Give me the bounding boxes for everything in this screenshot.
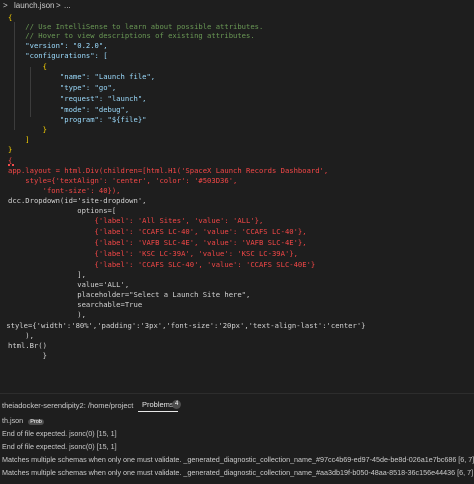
- code-line: "version": "0.2.0",: [8, 41, 108, 50]
- code-line: 'font-size': 40}),: [8, 186, 121, 195]
- problem-file-row[interactable]: th.json Prob: [2, 416, 44, 425]
- code-line: {'label': 'CCAFS SLC-40', 'value': 'CCAF…: [8, 260, 316, 269]
- code-line: searchable=True: [8, 300, 143, 309]
- code-line: {: [8, 13, 13, 22]
- breadcrumb-chevron-icon[interactable]: >: [3, 0, 8, 12]
- code-line: // Hover to view descriptions of existin…: [8, 31, 255, 40]
- code-line: }: [8, 125, 47, 134]
- code-line: ]: [8, 135, 30, 144]
- problem-file-tag: Prob: [28, 419, 44, 425]
- code-line: {'label': 'CCAFS LC-40', 'value': 'CCAFS…: [8, 227, 307, 236]
- code-line: "configurations": [: [8, 51, 108, 60]
- code-line: ),: [8, 331, 34, 340]
- problems-panel[interactable]: th.json Prob End of file expected. jsonc…: [0, 413, 474, 484]
- code-line: {: [8, 62, 47, 71]
- code-line: options=[: [8, 206, 117, 215]
- code-line: html.Br(): [8, 341, 47, 350]
- problem-item[interactable]: End of file expected. jsonc(0) [15, 1]: [2, 429, 117, 438]
- terminal-path[interactable]: theiadocker-serendipity2: /home/project: [2, 401, 133, 410]
- problem-item[interactable]: End of file expected. jsonc(0) [15, 1]: [2, 442, 117, 451]
- code-line: style={'textAlign': 'center', 'color': '…: [8, 176, 238, 185]
- code-line: }: [8, 351, 47, 360]
- code-line: ],: [8, 270, 86, 279]
- code-line: {'label': 'KSC LC-39A', 'value': 'KSC LC…: [8, 249, 298, 258]
- code-line: value='ALL',: [8, 280, 130, 289]
- breadcrumb-separator: >: [56, 1, 61, 10]
- breadcrumb-more[interactable]: ...: [64, 0, 71, 12]
- problem-item[interactable]: Matches multiple schemas when only one m…: [2, 455, 474, 464]
- code-line: {'label': 'All Sites', 'value': 'ALL'},: [8, 216, 264, 225]
- code-line: "request": "launch",: [8, 94, 147, 103]
- code-line: style={'width':'80%','padding':'3px','fo…: [2, 321, 366, 330]
- problem-file-label: th.json: [2, 416, 24, 425]
- code-line: "name": "Launch file",: [8, 72, 156, 81]
- code-line: app.layout = html.Div(children=[html.H1(…: [8, 166, 329, 175]
- breadcrumb: > launch.json > ...: [0, 0, 474, 12]
- code-line: "type": "go",: [8, 83, 117, 92]
- breadcrumb-file[interactable]: launch.json: [14, 0, 54, 12]
- code-line: placeholder="Select a Launch Site here",: [8, 290, 251, 299]
- code-line: }: [8, 145, 13, 154]
- error-squiggle: [8, 164, 16, 166]
- code-line: dcc.Dropdown(id='site-dropdown',: [8, 196, 147, 205]
- code-editor[interactable]: > launch.json > ... { // Use IntelliSens…: [0, 0, 474, 393]
- problem-item[interactable]: Matches multiple schemas when only one m…: [2, 468, 473, 477]
- code-line: "program": "${file}": [8, 115, 147, 124]
- panel-tab-bar: theiadocker-serendipity2: /home/project …: [0, 393, 474, 414]
- problem-count-badge: 4: [172, 400, 182, 409]
- code-line: ),: [8, 310, 86, 319]
- code-line: // Use IntelliSense to learn about possi…: [8, 22, 264, 31]
- code-line: {'label': 'VAFB SLC-4E', 'value': 'VAFB …: [8, 238, 307, 247]
- code-line: "mode": "debug",: [8, 105, 130, 114]
